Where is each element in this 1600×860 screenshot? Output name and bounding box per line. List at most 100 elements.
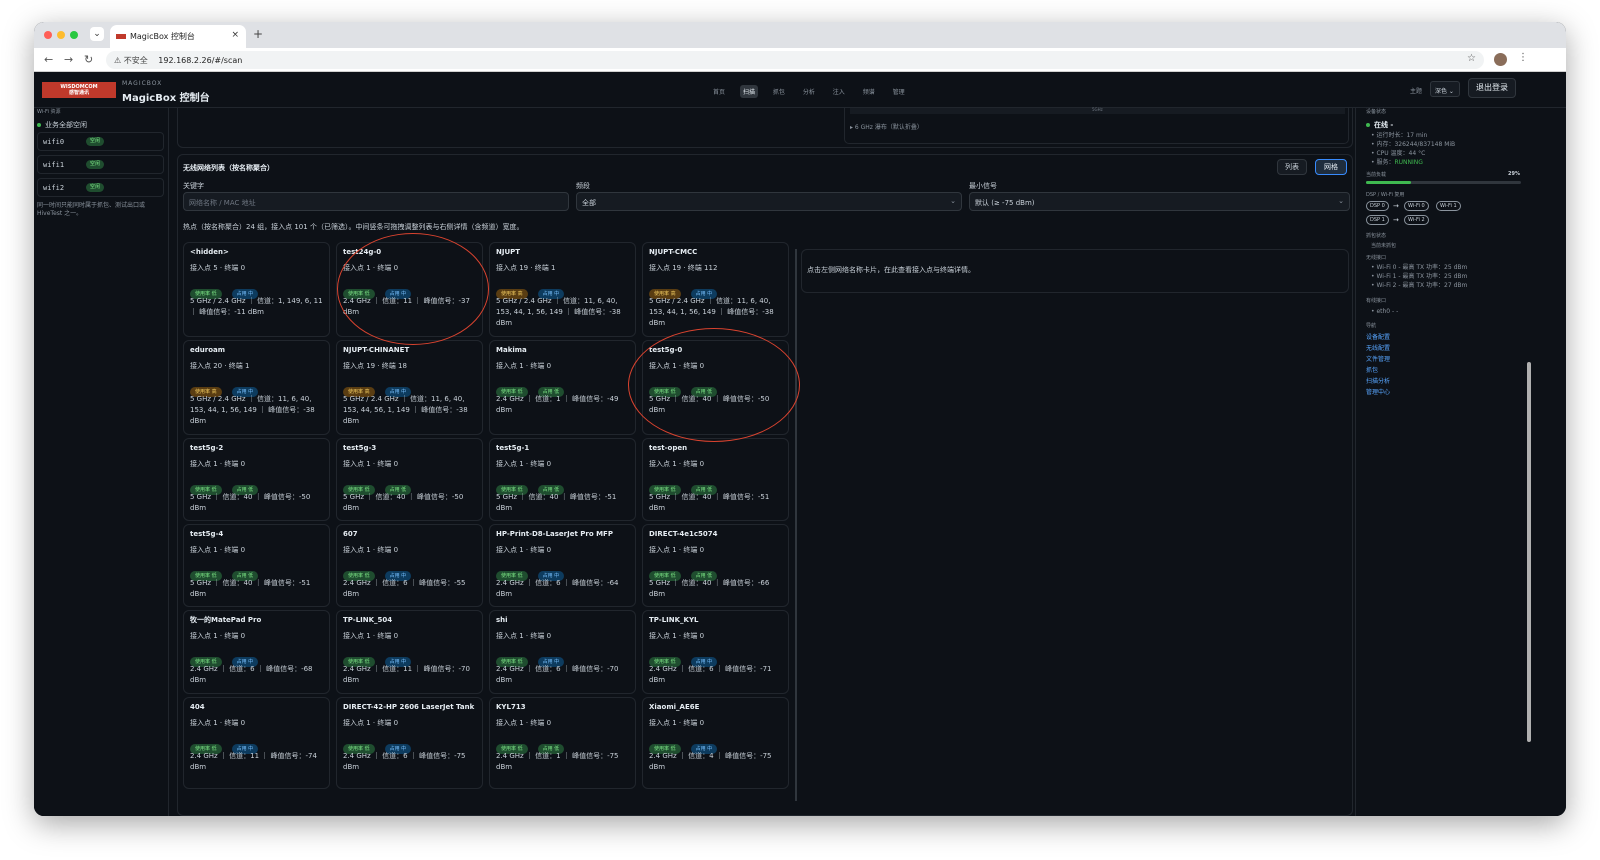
network-rf-info: 5 GHz / 2.4 GHz ｜ 信道：11, 6, 40, 153, 44,… <box>496 297 621 327</box>
new-tab-icon[interactable]: + <box>253 27 263 41</box>
network-card[interactable]: Makima 接入点 1 · 终端 0 使用率 低占用 低 2.4 GHz ｜ 信道：… <box>489 340 636 435</box>
network-ap-count: 接入点 1 · 终端 0 <box>649 546 705 554</box>
back-icon[interactable]: ← <box>44 53 53 66</box>
nav-capture[interactable]: 抓包 <box>770 85 788 98</box>
network-rf-info: 5 GHz ｜ 信道：40 ｜ 峰值信号：-50 dBm <box>649 395 770 414</box>
url-text[interactable]: 192.168.2.26/#/scan <box>158 56 242 65</box>
six-ghz-toggle[interactable]: ▸ 6 GHz 瀑布（默认折叠） <box>850 122 923 131</box>
network-card[interactable]: 牧一的MatePad Pro 接入点 1 · 终端 0 使用率 低占用 中 2.4 G… <box>183 610 330 694</box>
view-grid-button[interactable]: 网格 <box>1315 159 1347 175</box>
tab-close-icon[interactable]: × <box>231 30 239 40</box>
link-wireless-config[interactable]: 无线配置 <box>1366 343 1390 352</box>
network-card[interactable]: test5g-1 接入点 1 · 终端 0 使用率 低占用 低5 GHz ｜ 信道：… <box>489 438 636 521</box>
network-card[interactable]: DIRECT-4e1c5074 接入点 1 · 终端 0 使用率 低占用 低5 GH… <box>642 524 789 607</box>
page-scrollbar[interactable] <box>1527 362 1531 742</box>
network-ssid: Makima <box>496 346 527 354</box>
network-ap-count: 接入点 1 · 终端 0 <box>190 719 246 727</box>
network-card[interactable]: <hidden> 接入点 5 · 终端 0 使用率 低占用 中5 GHz / 2.4… <box>183 242 330 337</box>
theme-select[interactable]: 深色 ⌄ <box>1430 81 1460 97</box>
network-card[interactable]: eduroam 接入点 20 · 终端 1 使用率 高占用 中5 GHz / 2.4… <box>183 340 330 435</box>
browser-menu-icon[interactable]: ⋮ <box>1518 52 1528 63</box>
minimize-window-icon[interactable] <box>57 31 65 39</box>
status-dot-icon <box>37 123 41 127</box>
network-card[interactable]: test-open 接入点 1 · 终端 0 使用率 低占用 低5 GHz ｜ 信道… <box>642 438 789 521</box>
network-card[interactable]: test5g-2 接入点 1 · 终端 0 使用率 低占用 低5 GHz ｜ 信道：… <box>183 438 330 521</box>
network-badges: 使用率 低占用 中 <box>343 562 476 581</box>
network-badges: 使用率 低占用 中 <box>190 735 323 754</box>
view-list-button[interactable]: 列表 <box>1277 159 1307 175</box>
network-ssid: KYL713 <box>496 703 526 711</box>
forward-icon[interactable]: → <box>64 53 73 66</box>
capture-state-label: 抓包状态 <box>1366 233 1387 239</box>
interface-wifi0[interactable]: wifi0 空闲 <box>37 132 164 151</box>
network-rf-info: 2.4 GHz ｜ 信道：6 ｜ 峰值信号：-64 dBm <box>496 579 619 598</box>
keyword-input[interactable]: 网络名称 / MAC 地址 <box>183 192 569 211</box>
close-window-icon[interactable] <box>44 31 52 39</box>
network-rf-info: 2.4 GHz ｜ 信道：6 ｜ 峰值信号：-75 dBm <box>343 752 466 771</box>
online-status: 在线 - <box>1366 120 1393 130</box>
chip-wifi1: Wi-Fi 1 <box>1436 201 1461 211</box>
interface-wifi1[interactable]: wifi1 空闲 <box>37 155 164 174</box>
waterfall-bar: 5GHz <box>850 107 1345 114</box>
wireless-list: • Wi-Fi 0 - 最高 TX 功率：25 dBm • Wi-Fi 1 - … <box>1371 263 1467 290</box>
network-card[interactable]: NJUPT-CMCC 接入点 19 · 终端 112 使用率 高占用 中5 GHz … <box>642 242 789 337</box>
network-card[interactable]: HP-Print-D8-LaserJet Pro MFP 接入点 1 · 终端 0… <box>489 524 636 607</box>
nav-home[interactable]: 首页 <box>710 85 728 98</box>
interface-wifi2[interactable]: wifi2 空闲 <box>37 178 164 197</box>
network-card[interactable]: Xiaomi_AE6E 接入点 1 · 终端 0 使用率 低占用 中 2.4 GHz … <box>642 697 789 789</box>
network-card[interactable]: 404 接入点 1 · 终端 0 使用率 低占用 中 2.4 GHz ｜ 信道：11 … <box>183 697 330 789</box>
load-progress-bar <box>1366 181 1521 184</box>
network-card[interactable]: test5g-0 接入点 1 · 终端 0 使用率 低占用 低5 GHz ｜ 信道：… <box>642 340 789 435</box>
network-card[interactable]: TP-LINK_KYL 接入点 1 · 终端 0 使用率 低占用 中 2.4 GHz … <box>642 610 789 694</box>
arrow-right-icon: → <box>1393 202 1399 210</box>
network-card[interactable]: test5g-4 接入点 1 · 终端 0 使用率 低占用 低5 GHz ｜ 信道：… <box>183 524 330 607</box>
link-device-config[interactable]: 设备配置 <box>1366 332 1390 341</box>
tab-dropdown-icon[interactable]: ⌄ <box>90 27 104 41</box>
list-title: 无线网络列表（按名称聚合） <box>183 164 274 172</box>
address-bar[interactable]: ⚠ 不安全 192.168.2.26/#/scan ☆ <box>106 51 1484 69</box>
interface-state-badge: 空闲 <box>86 160 105 169</box>
profile-avatar[interactable] <box>1494 53 1507 66</box>
browser-tab[interactable]: MagicBox 控制台 × <box>110 25 246 48</box>
network-ssid: Xiaomi_AE6E <box>649 703 700 711</box>
stat-memory-text: 内存：326244/837148 MiB <box>1376 141 1456 148</box>
network-card[interactable]: shi 接入点 1 · 终端 0 使用率 低占用 中 2.4 GHz ｜ 信道：6 ｜… <box>489 610 636 694</box>
network-ssid: test5g-4 <box>190 530 224 538</box>
logout-button[interactable]: 退出登录 <box>1468 78 1516 98</box>
security-warning[interactable]: ⚠ 不安全 <box>114 56 148 65</box>
network-card[interactable]: DIRECT-42-HP 2606 LaserJet Tank 接入点 1 · 终… <box>336 697 483 789</box>
network-card[interactable]: test5g-3 接入点 1 · 终端 0 使用率 低占用 低5 GHz ｜ 信道：… <box>336 438 483 521</box>
network-card[interactable]: NJUPT 接入点 19 · 终端 1 使用率 高占用 中5 GHz / 2.4 G… <box>489 242 636 337</box>
network-ap-count: 接入点 1 · 终端 0 <box>343 460 399 468</box>
link-scan-analysis[interactable]: 扫描分析 <box>1366 376 1390 385</box>
network-card[interactable]: 607 接入点 1 · 终端 0 使用率 低占用 中 2.4 GHz ｜ 信道：6 ｜… <box>336 524 483 607</box>
load-label: 当前负载 <box>1366 172 1387 178</box>
link-admin-center[interactable]: 管理中心 <box>1366 387 1390 396</box>
chip-wifi2: Wi-Fi 2 <box>1404 215 1429 225</box>
network-badges: 使用率 低占用 中 <box>649 735 782 754</box>
network-card[interactable]: KYL713 接入点 1 · 终端 0 使用率 低占用 低 2.4 GHz ｜ 信道：… <box>489 697 636 789</box>
network-ssid: shi <box>496 616 508 624</box>
signal-select[interactable]: 默认 (≥ -75 dBm) ⌄ <box>969 192 1350 211</box>
wired-item-text: eth0 - - <box>1376 308 1399 315</box>
link-file-manager[interactable]: 文件管理 <box>1366 354 1390 363</box>
network-badges: 使用率 低占用 中 <box>343 735 476 754</box>
main-content: 5GHz ▸ 6 GHz 瀑布（默认折叠） 无线网络列表（按名称聚合） 列表 网… <box>177 107 1353 816</box>
maximize-window-icon[interactable] <box>70 31 78 39</box>
network-card[interactable]: NJUPT-CHINANET 接入点 19 · 终端 18 使用率 高占用 中5 G… <box>336 340 483 435</box>
chevron-down-icon: ⌄ <box>950 197 956 205</box>
band-select[interactable]: 全部 ⌄ <box>576 192 962 211</box>
nav-analysis[interactable]: 分析 <box>800 85 818 98</box>
network-ssid: test5g-1 <box>496 444 530 452</box>
resize-handle[interactable] <box>795 249 797 801</box>
nav-spectrum[interactable]: 频谱 <box>860 85 878 98</box>
network-card[interactable]: test24g-0 接入点 1 · 终端 0 使用率 低占用 中 2.4 GHz ｜ … <box>336 242 483 337</box>
nav-inject[interactable]: 注入 <box>830 85 848 98</box>
reload-icon[interactable]: ↻ <box>84 53 93 66</box>
bookmark-star-icon[interactable]: ☆ <box>1467 53 1476 64</box>
nav-admin[interactable]: 管理 <box>890 85 908 98</box>
network-card[interactable]: TP-LINK_504 接入点 1 · 终端 0 使用率 低占用 中 2.4 GHz … <box>336 610 483 694</box>
interface-state-badge: 空闲 <box>86 183 105 192</box>
nav-scan[interactable]: 扫描 <box>739 85 758 98</box>
link-capture[interactable]: 抓包 <box>1366 365 1378 374</box>
